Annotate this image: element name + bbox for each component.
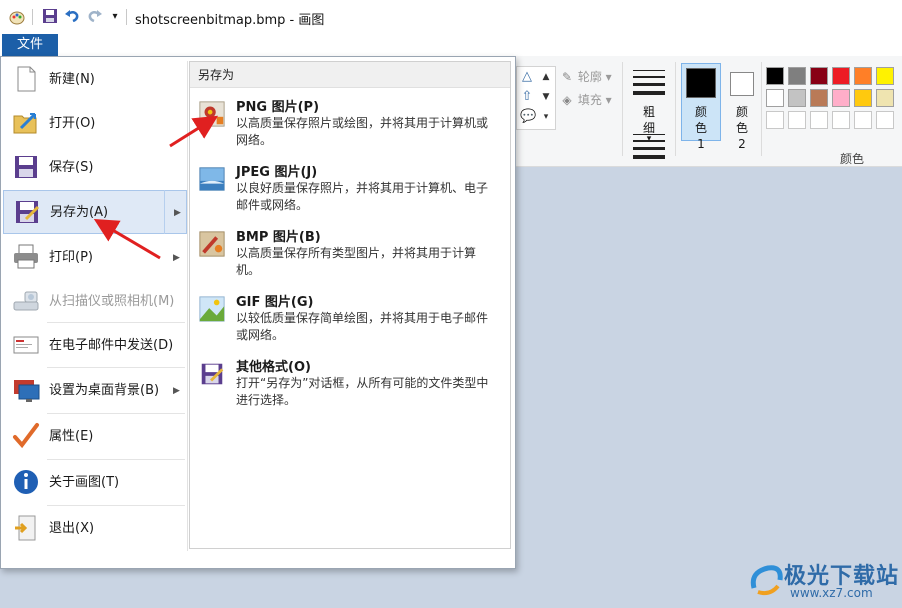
annotation-arrows [93, 115, 219, 260]
watermark-url: www.xz7.com [790, 586, 873, 600]
watermark: 极光下载站 www.xz7.com [748, 556, 898, 604]
watermark-logo-icon [750, 565, 783, 596]
annotation-arrow-png [169, 115, 219, 148]
annotation-arrow-save-as [93, 218, 161, 260]
